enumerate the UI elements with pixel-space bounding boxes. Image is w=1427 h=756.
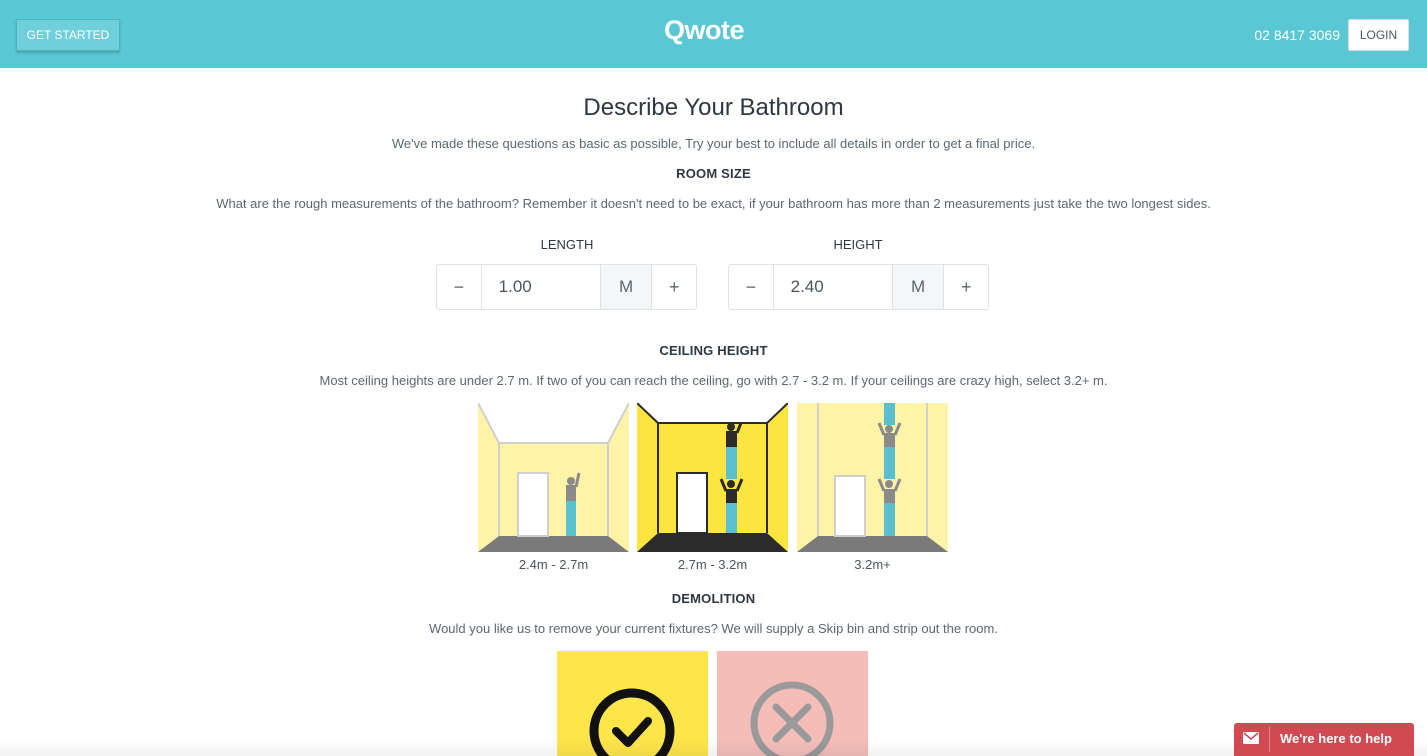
phone-number[interactable]: 02 8417 3069 (1240, 26, 1340, 44)
ceiling-option-low-label: 2.4m - 2.7m (518, 557, 589, 572)
help-label: We're here to help (1280, 731, 1392, 746)
get-started-button[interactable]: GET STARTED (16, 19, 120, 51)
check-circle-icon (589, 688, 675, 756)
login-button[interactable]: LOGIN (1348, 19, 1409, 51)
demolition-no-option[interactable] (717, 651, 868, 756)
height-label: HEIGHT (833, 237, 883, 252)
logo-text: Qwote (664, 15, 744, 45)
page-subtitle: We've made these questions as basic as p… (391, 136, 1036, 151)
length-label: LENGTH (540, 237, 594, 252)
help-divider (1269, 727, 1270, 752)
length-unit: M (599, 265, 652, 309)
medium-ceiling-room-illustration (637, 403, 788, 552)
demolition-description: Would you like us to remove your current… (429, 621, 998, 636)
high-ceiling-room-illustration (797, 403, 948, 552)
ceiling-height-heading: CEILING HEIGHT (659, 343, 768, 358)
mail-icon (1243, 732, 1259, 744)
length-input[interactable]: 1.00 (482, 265, 600, 309)
ceiling-option-high[interactable] (797, 403, 948, 552)
height-decrement-button[interactable]: − (729, 265, 774, 309)
height-increment-button[interactable]: + (943, 265, 988, 309)
ceiling-height-description: Most ceiling heights are under 2.7 m. If… (319, 373, 1108, 388)
demolition-heading: DEMOLITION (671, 591, 756, 606)
demolition-yes-option[interactable] (557, 651, 708, 756)
length-stepper: − 1.00 M + (436, 264, 697, 310)
ceiling-option-low[interactable] (478, 403, 629, 552)
height-input[interactable]: 2.40 (774, 265, 892, 309)
ceiling-option-high-label: 3.2m+ (854, 557, 891, 572)
top-navbar: GET STARTED Qwote 02 8417 3069 LOGIN (0, 0, 1427, 68)
page-title: Describe Your Bathroom (583, 94, 844, 121)
room-size-heading: ROOM SIZE (676, 166, 751, 181)
length-decrement-button[interactable]: − (437, 265, 482, 309)
height-unit: M (891, 265, 944, 309)
bottom-fade (0, 740, 1427, 756)
low-ceiling-room-illustration (478, 403, 629, 552)
x-circle-icon (750, 681, 834, 756)
help-chat-widget[interactable]: We're here to help (1234, 723, 1414, 756)
ceiling-option-medium[interactable] (637, 403, 788, 552)
qwote-logo[interactable]: Qwote (664, 12, 764, 46)
length-increment-button[interactable]: + (651, 265, 696, 309)
room-size-description: What are the rough measurements of the b… (216, 196, 1211, 211)
height-stepper: − 2.40 M + (728, 264, 989, 310)
ceiling-option-medium-label: 2.7m - 3.2m (677, 557, 748, 572)
